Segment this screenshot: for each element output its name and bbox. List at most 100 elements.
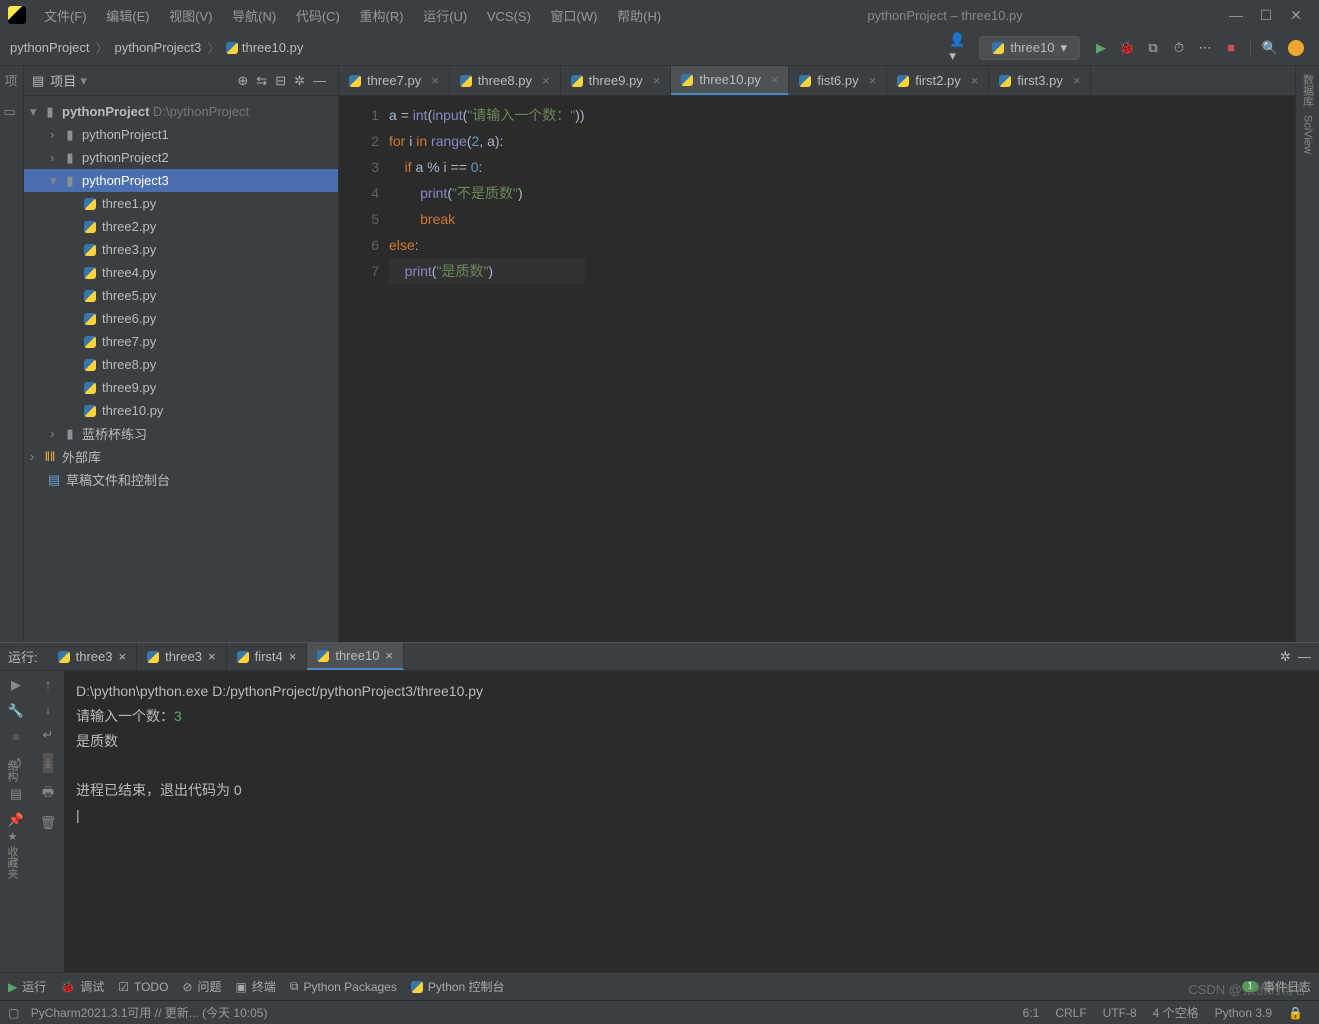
tree-item[interactable]: three10.py bbox=[24, 399, 338, 422]
menu-refactor[interactable]: 重构(R) bbox=[360, 9, 404, 24]
close-icon[interactable]: × bbox=[119, 649, 127, 664]
wrench-icon[interactable]: 🔧 bbox=[8, 703, 24, 719]
tool-packages[interactable]: ⧉Python Packages bbox=[290, 979, 397, 994]
coverage-button[interactable]: ⧉ bbox=[1144, 39, 1162, 57]
menu-run[interactable]: 运行(U) bbox=[423, 9, 467, 24]
more-run-icon[interactable]: ⋯ bbox=[1196, 39, 1214, 57]
layout-icon[interactable]: ▤ bbox=[10, 786, 22, 802]
run-tab[interactable]: three3× bbox=[48, 643, 137, 670]
tree-item[interactable]: three9.py bbox=[24, 376, 338, 399]
wrap-icon[interactable]: ↵ bbox=[43, 727, 54, 743]
close-icon[interactable]: × bbox=[971, 73, 979, 88]
scroll-icon[interactable]: ⤓ bbox=[43, 753, 53, 773]
tree-item[interactable]: three6.py bbox=[24, 307, 338, 330]
tree-item[interactable]: ›▮蓝桥杯练习 bbox=[24, 422, 338, 445]
close-icon[interactable]: × bbox=[289, 649, 297, 664]
editor-tab[interactable]: three7.py× bbox=[339, 66, 450, 95]
menu-nav[interactable]: 导航(N) bbox=[232, 9, 276, 24]
tool-debug[interactable]: 🐞调试 bbox=[60, 978, 104, 995]
run-tab[interactable]: first4× bbox=[227, 643, 308, 670]
menu-view[interactable]: 视图(V) bbox=[169, 9, 212, 24]
tool-problems[interactable]: ⊘问题 bbox=[182, 978, 221, 995]
structure-tool-icon[interactable]: ▭ bbox=[4, 104, 20, 120]
up-icon[interactable]: ↑ bbox=[45, 677, 52, 692]
debug-button[interactable]: 🐞 bbox=[1118, 39, 1136, 57]
close-icon[interactable]: × bbox=[1073, 73, 1081, 88]
search-everywhere-icon[interactable]: 🔍 bbox=[1261, 39, 1279, 57]
close-icon[interactable]: × bbox=[542, 73, 550, 88]
close-icon[interactable]: × bbox=[208, 649, 216, 664]
console-output[interactable]: D:\python\python.exe D:/pythonProject/py… bbox=[64, 671, 1319, 972]
minimize-button[interactable]: — bbox=[1221, 7, 1251, 23]
run-tab[interactable]: three10× bbox=[307, 643, 404, 670]
menu-file[interactable]: 文件(F) bbox=[44, 9, 87, 24]
run-tab[interactable]: three3× bbox=[137, 643, 226, 670]
editor-tab[interactable]: three8.py× bbox=[450, 66, 561, 95]
tree-scratch[interactable]: ▤ 草稿文件和控制台 bbox=[24, 468, 338, 491]
rerun-icon[interactable]: ▶ bbox=[11, 677, 21, 693]
close-button[interactable]: ✕ bbox=[1281, 7, 1311, 24]
status-message[interactable]: PyCharm2021.3.1可用 // 更新... (今天 10:05) bbox=[31, 1004, 268, 1021]
window-icon[interactable]: ▢ bbox=[8, 1006, 19, 1020]
print-icon[interactable]: 🖶 bbox=[42, 783, 54, 805]
menu-edit[interactable]: 编辑(E) bbox=[106, 9, 149, 24]
menu-window[interactable]: 窗口(W) bbox=[551, 9, 598, 24]
chevron-down-icon[interactable]: ▾ bbox=[80, 73, 87, 89]
menu-vcs[interactable]: VCS(S) bbox=[487, 9, 531, 24]
editor-tab[interactable]: three10.py× bbox=[671, 66, 789, 95]
close-icon[interactable]: × bbox=[869, 73, 877, 88]
breadcrumb-root[interactable]: pythonProject bbox=[10, 40, 90, 55]
breadcrumb-dir[interactable]: pythonProject3 bbox=[115, 40, 202, 55]
tool-terminal[interactable]: ▣终端 bbox=[236, 978, 276, 995]
tree-item[interactable]: three8.py bbox=[24, 353, 338, 376]
tree-item[interactable]: three5.py bbox=[24, 284, 338, 307]
stop-icon[interactable]: ■ bbox=[12, 729, 20, 744]
database-tool[interactable]: 数据库 bbox=[1300, 74, 1316, 107]
run-config-selector[interactable]: three10 ▾ bbox=[979, 36, 1080, 60]
close-icon[interactable]: × bbox=[385, 648, 393, 663]
down-icon[interactable]: ↓ bbox=[45, 702, 52, 717]
gear-icon[interactable]: ✲ bbox=[294, 73, 305, 89]
tree-root[interactable]: ▾ ▮ pythonProject D:\pythonProject bbox=[24, 100, 338, 123]
sciview-tool[interactable]: SciView bbox=[1302, 115, 1314, 154]
breadcrumb-file[interactable]: three10.py bbox=[242, 40, 303, 55]
tree-item[interactable]: three7.py bbox=[24, 330, 338, 353]
lock-icon[interactable]: 🔒 bbox=[1288, 1006, 1303, 1020]
menu-help[interactable]: 帮助(H) bbox=[617, 9, 661, 24]
cursor-position[interactable]: 6:1 bbox=[1023, 1006, 1040, 1020]
hide-icon[interactable]: — bbox=[1298, 649, 1311, 664]
profile-button[interactable]: ⏱ bbox=[1170, 39, 1188, 57]
file-encoding[interactable]: UTF-8 bbox=[1103, 1006, 1137, 1020]
tree-item[interactable]: ›▮pythonProject1 bbox=[24, 123, 338, 146]
trash-icon[interactable]: 🗑 bbox=[40, 815, 57, 831]
tool-pyconsole[interactable]: Python 控制台 bbox=[411, 978, 505, 995]
tree-item[interactable]: ▾▮pythonProject3 bbox=[24, 169, 338, 192]
locate-icon[interactable]: ⊕ bbox=[237, 73, 248, 89]
tree-external-lib[interactable]: › ‖‖ 外部库 bbox=[24, 445, 338, 468]
structure-tab[interactable]: 结构 bbox=[4, 760, 20, 782]
menu-code[interactable]: 代码(C) bbox=[296, 9, 340, 24]
update-available-icon[interactable] bbox=[1287, 39, 1305, 57]
gear-icon[interactable]: ✲ bbox=[1280, 649, 1291, 665]
tree-item[interactable]: ›▮pythonProject2 bbox=[24, 146, 338, 169]
favorites-tab[interactable]: ★ 收藏夹 bbox=[4, 830, 20, 879]
user-icon[interactable]: 👤▾ bbox=[949, 39, 967, 57]
tree-item[interactable]: three4.py bbox=[24, 261, 338, 284]
python-interpreter[interactable]: Python 3.9 bbox=[1215, 1006, 1272, 1020]
tree-item[interactable]: three1.py bbox=[24, 192, 338, 215]
close-icon[interactable]: × bbox=[431, 73, 439, 88]
expand-all-icon[interactable]: ⇆ bbox=[256, 73, 267, 89]
editor-tab[interactable]: three9.py× bbox=[561, 66, 672, 95]
close-icon[interactable]: × bbox=[653, 73, 661, 88]
pin-icon[interactable]: 📌 bbox=[8, 812, 24, 828]
tool-todo[interactable]: ☑TODO bbox=[118, 980, 168, 994]
tree-item[interactable]: three3.py bbox=[24, 238, 338, 261]
project-tool-icon[interactable]: 项目 bbox=[4, 74, 20, 90]
run-button[interactable]: ▶ bbox=[1092, 39, 1110, 57]
editor-tab[interactable]: first2.py× bbox=[887, 66, 989, 95]
editor-tab[interactable]: first3.py× bbox=[989, 66, 1091, 95]
tree-item[interactable]: three2.py bbox=[24, 215, 338, 238]
hide-icon[interactable]: — bbox=[313, 73, 326, 88]
maximize-button[interactable]: ☐ bbox=[1251, 7, 1281, 24]
stop-button[interactable]: ■ bbox=[1222, 39, 1240, 57]
